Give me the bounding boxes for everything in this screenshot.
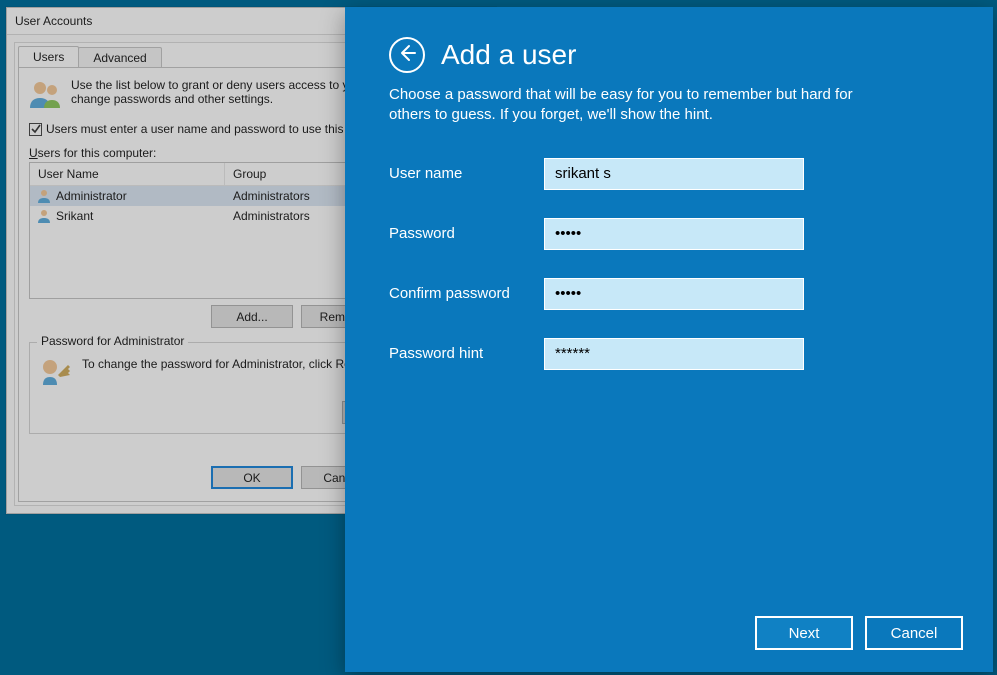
label-username: User name bbox=[389, 165, 544, 182]
username-field[interactable] bbox=[544, 158, 804, 190]
password-hint-field[interactable] bbox=[544, 338, 804, 370]
label-password-hint: Password hint bbox=[389, 345, 544, 362]
add-user-form: User name Password Confirm password Pass… bbox=[345, 126, 993, 430]
label-confirm-password: Confirm password bbox=[389, 285, 544, 302]
panel-footer-buttons: Next Cancel bbox=[755, 616, 963, 650]
password-field[interactable] bbox=[544, 218, 804, 250]
next-button[interactable]: Next bbox=[755, 616, 853, 650]
add-user-panel: Add a user Choose a password that will b… bbox=[345, 7, 993, 672]
confirm-password-field[interactable] bbox=[544, 278, 804, 310]
arrow-left-icon bbox=[397, 43, 417, 67]
label-password: Password bbox=[389, 225, 544, 242]
panel-subtitle: Choose a password that will be easy for … bbox=[345, 79, 935, 126]
cancel-button[interactable]: Cancel bbox=[865, 616, 963, 650]
panel-title: Add a user bbox=[441, 39, 576, 71]
back-button[interactable] bbox=[389, 37, 425, 73]
